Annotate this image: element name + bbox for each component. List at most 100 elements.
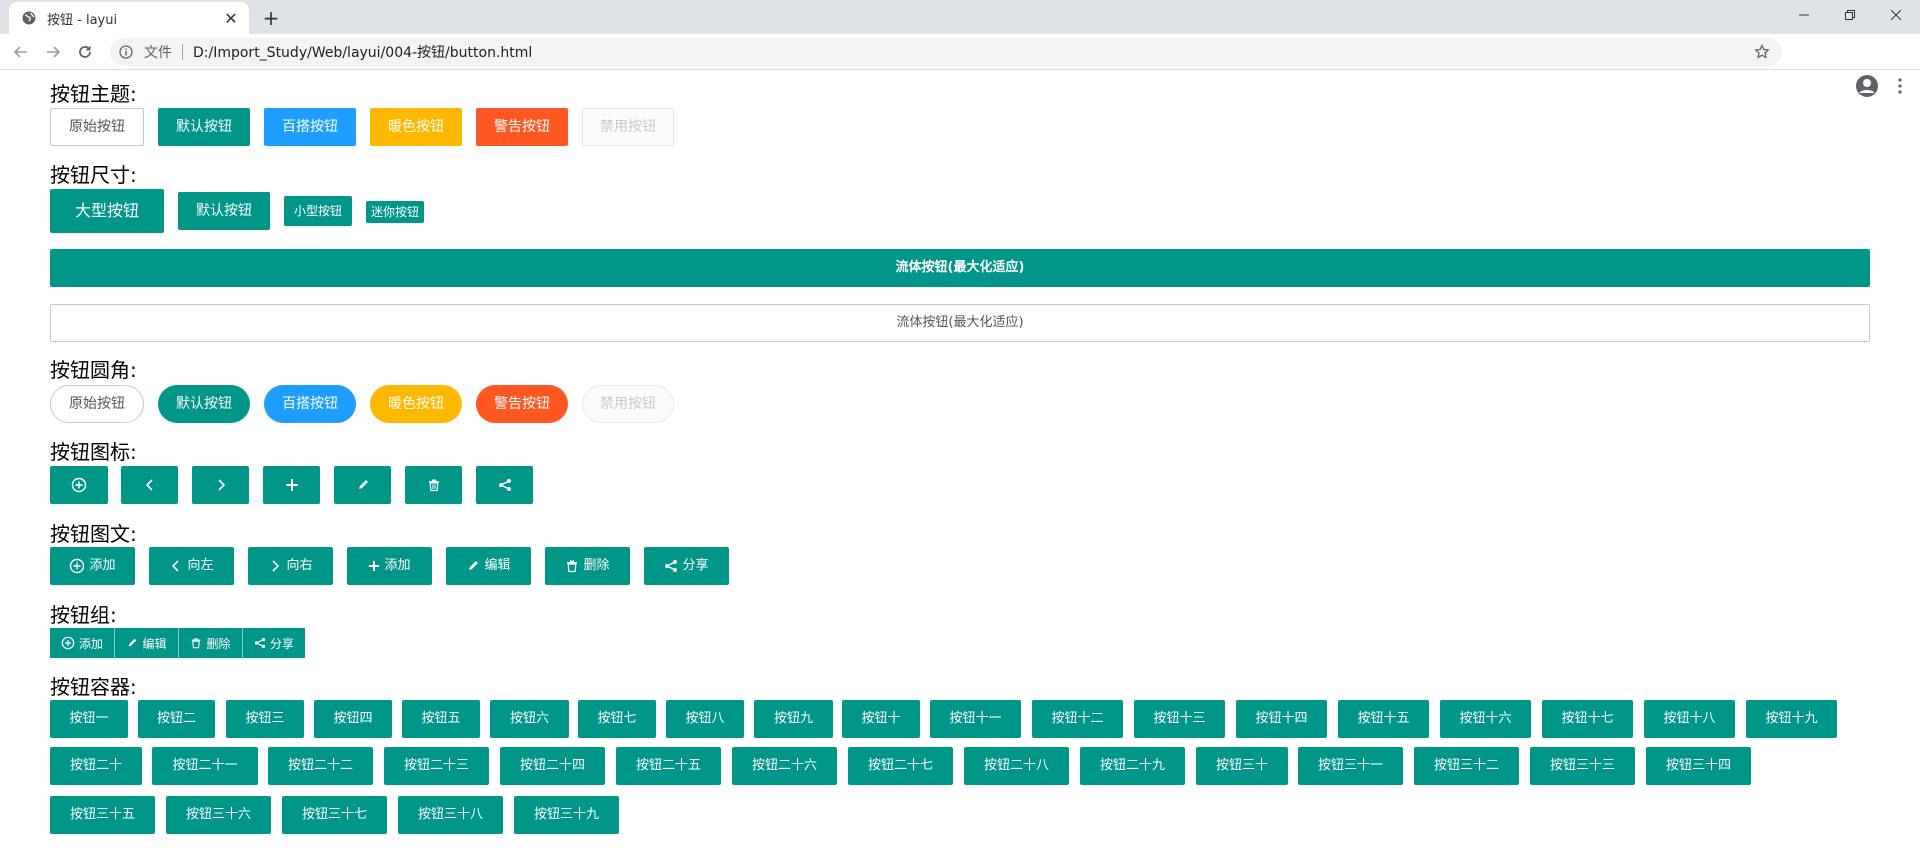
container-button[interactable]: 按钮三十七 — [282, 796, 387, 834]
container-button[interactable]: 按钮十二 — [1032, 700, 1123, 738]
container-button[interactable]: 按钮七 — [578, 700, 656, 738]
container-button[interactable]: 按钮二十四 — [500, 747, 605, 785]
container-button[interactable]: 按钮三十 — [1196, 747, 1288, 785]
add-circle-icon — [71, 477, 87, 493]
section-title-size: 按钮尺寸: — [50, 163, 137, 187]
group-share-button[interactable]: 分享 — [242, 628, 305, 658]
reload-icon[interactable] — [72, 39, 98, 65]
default-size-button[interactable]: 默认按钮 — [178, 192, 270, 230]
container-button[interactable]: 按钮五 — [402, 700, 480, 738]
container-button[interactable]: 按钮三十九 — [514, 796, 619, 834]
left-text-button[interactable]: 向左 — [149, 547, 234, 585]
left-button[interactable] — [121, 466, 178, 504]
danger-button[interactable]: 警告按钮 — [476, 108, 568, 146]
container-button[interactable]: 按钮六 — [490, 700, 569, 738]
container-button[interactable]: 按钮九 — [754, 700, 833, 738]
address-bar[interactable]: 文件 D:/Import_Study/Web/layui/004-按钮/butt… — [110, 38, 1782, 66]
container-button[interactable]: 按钮十八 — [1644, 700, 1735, 738]
url-text[interactable]: D:/Import_Study/Web/layui/004-按钮/button.… — [193, 42, 1752, 62]
container-button[interactable]: 按钮二十一 — [152, 747, 258, 785]
close-tab-icon[interactable]: ✕ — [221, 8, 241, 28]
container-button[interactable]: 按钮八 — [666, 700, 744, 738]
round-normal-button[interactable]: 百搭按钮 — [264, 385, 356, 423]
round-danger-button[interactable]: 警告按钮 — [476, 385, 568, 423]
default-button[interactable]: 默认按钮 — [158, 108, 250, 146]
container-button[interactable]: 按钮三 — [226, 700, 304, 738]
small-button[interactable]: 小型按钮 — [284, 196, 352, 226]
trash-icon — [427, 478, 441, 492]
container-button[interactable]: 按钮三十四 — [1646, 747, 1751, 785]
container-button[interactable]: 按钮三十八 — [398, 796, 503, 834]
chevron-left-icon — [143, 478, 157, 492]
add-circle-button[interactable] — [50, 466, 108, 504]
container-button[interactable]: 按钮十四 — [1236, 700, 1327, 738]
mini-button[interactable]: 迷你按钮 — [366, 201, 424, 223]
delete-text-button[interactable]: 删除 — [545, 547, 630, 585]
normal-button[interactable]: 百搭按钮 — [264, 108, 356, 146]
group-edit-button[interactable]: 编辑 — [114, 628, 178, 658]
fluid-button-primary[interactable]: 流体按钮(最大化适应) — [50, 304, 1870, 342]
container-button[interactable]: 按钮二十九 — [1080, 747, 1185, 785]
forward-icon[interactable] — [40, 39, 66, 65]
container-button[interactable]: 按钮四 — [314, 700, 392, 738]
fluid-button-green[interactable]: 流体按钮(最大化适应) — [50, 249, 1870, 287]
plus-text-button[interactable]: 添加 — [347, 547, 432, 585]
warm-button[interactable]: 暖色按钮 — [370, 108, 462, 146]
edit-text-button[interactable]: 编辑 — [446, 547, 531, 585]
button-label: 编辑 — [484, 558, 511, 573]
section-title-group: 按钮组: — [50, 603, 117, 627]
share-text-button[interactable]: 分享 — [644, 547, 729, 585]
container-button[interactable]: 按钮二十 — [50, 747, 142, 785]
container-button[interactable]: 按钮三十五 — [50, 796, 155, 834]
container-button[interactable]: 按钮二十二 — [268, 747, 373, 785]
container-button[interactable]: 按钮三十六 — [166, 796, 271, 834]
primary-button[interactable]: 原始按钮 — [50, 108, 144, 146]
group-delete-button[interactable]: 删除 — [178, 628, 242, 658]
tab-strip: 按钮 - layui ✕ + — [0, 0, 1920, 34]
restore-icon[interactable] — [1827, 0, 1873, 30]
container-button[interactable]: 按钮二十六 — [732, 747, 837, 785]
plus-button[interactable] — [263, 466, 320, 504]
container-button[interactable]: 按钮十一 — [930, 700, 1021, 738]
share-icon — [664, 559, 678, 573]
new-tab-button[interactable]: + — [259, 6, 283, 30]
container-button[interactable]: 按钮十五 — [1338, 700, 1429, 738]
large-button[interactable]: 大型按钮 — [50, 189, 164, 233]
add-circle-icon — [69, 558, 85, 574]
container-button[interactable]: 按钮十九 — [1746, 700, 1837, 738]
container-button[interactable]: 按钮十七 — [1542, 700, 1633, 738]
container-button[interactable]: 按钮二十五 — [616, 747, 721, 785]
close-window-icon[interactable] — [1873, 0, 1919, 30]
round-disabled-button: 禁用按钮 — [582, 385, 674, 423]
right-button[interactable] — [192, 466, 249, 504]
browser-tab[interactable]: 按钮 - layui ✕ — [9, 2, 249, 34]
round-default-button[interactable]: 默认按钮 — [158, 385, 250, 423]
info-icon[interactable] — [118, 44, 134, 60]
container-button[interactable]: 按钮十六 — [1440, 700, 1531, 738]
right-text-button[interactable]: 向右 — [248, 547, 333, 585]
share-button[interactable] — [476, 466, 533, 504]
container-button[interactable]: 按钮三十一 — [1298, 747, 1403, 785]
edit-button[interactable] — [334, 466, 391, 504]
minimize-icon[interactable] — [1781, 0, 1827, 30]
delete-button[interactable] — [405, 466, 462, 504]
container-button[interactable]: 按钮二 — [138, 700, 215, 738]
page-content: 按钮主题: 原始按钮 默认按钮 百搭按钮 暖色按钮 警告按钮 禁用按钮 按钮尺寸… — [0, 71, 1920, 848]
button-label: 添加 — [78, 636, 103, 651]
group-add-button[interactable]: 添加 — [50, 628, 114, 658]
container-button[interactable]: 按钮三十三 — [1530, 747, 1635, 785]
button-label: 删除 — [583, 558, 610, 573]
container-button[interactable]: 按钮二十三 — [384, 747, 489, 785]
container-button[interactable]: 按钮三十二 — [1414, 747, 1519, 785]
button-group: 添加 编辑 删除 分享 — [50, 628, 305, 658]
back-icon[interactable] — [8, 39, 34, 65]
container-button[interactable]: 按钮十 — [842, 700, 920, 738]
bookmark-star-icon[interactable] — [1752, 42, 1772, 62]
container-button[interactable]: 按钮十三 — [1134, 700, 1225, 738]
add-text-button[interactable]: 添加 — [50, 547, 135, 585]
container-button[interactable]: 按钮二十八 — [964, 747, 1069, 785]
round-primary-button[interactable]: 原始按钮 — [50, 385, 144, 423]
round-warm-button[interactable]: 暖色按钮 — [370, 385, 462, 423]
container-button[interactable]: 按钮一 — [50, 700, 128, 738]
container-button[interactable]: 按钮二十七 — [848, 747, 953, 785]
